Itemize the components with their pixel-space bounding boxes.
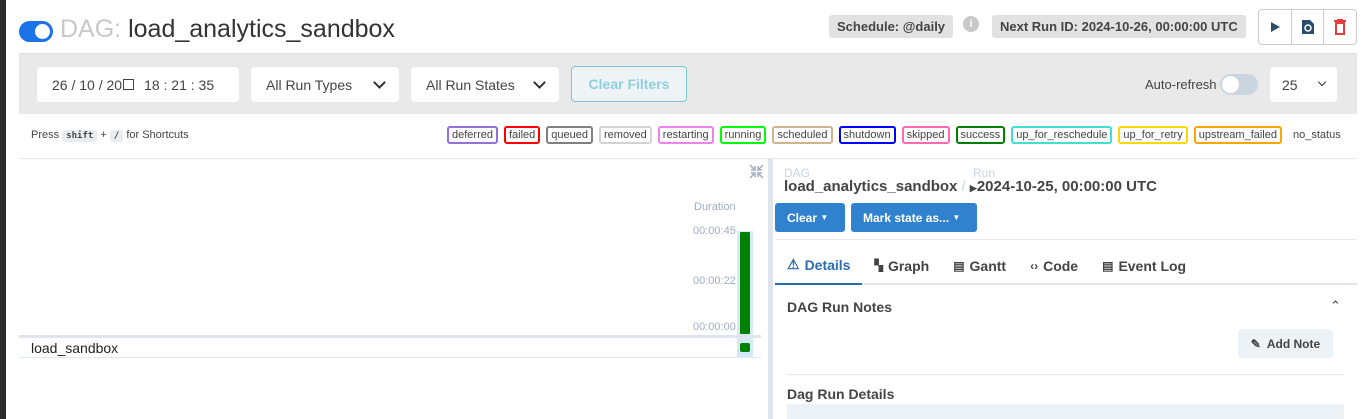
divider (775, 239, 1357, 240)
filter-bar: 26 / 10 / 20 18 : 21 : 35 All Run Types A… (19, 53, 1357, 114)
legend-up-for-reschedule[interactable]: up_for_reschedule (1011, 126, 1113, 144)
page-size-select[interactable]: 25 (1270, 67, 1337, 102)
shortcut-hint: Press shift + / for Shortcuts (31, 129, 189, 142)
tab-gantt[interactable]: ▤ Gantt (941, 246, 1018, 285)
caret-down-icon: ▼ (952, 213, 961, 222)
schedule-badge: Schedule: @daily (829, 15, 954, 38)
legend-deferred[interactable]: deferred (447, 126, 498, 144)
legend-no-status[interactable]: no_status (1288, 126, 1346, 144)
run-states-select[interactable]: All Run States (411, 67, 559, 102)
log-icon: ▤ (1102, 258, 1114, 273)
breadcrumb-dag[interactable]: load_analytics_sandbox (784, 178, 957, 195)
legend-upstream-failed[interactable]: upstream_failed (1193, 126, 1282, 144)
mark-state-button[interactable]: Mark state as... ▼ (851, 203, 977, 232)
calendar-icon (123, 79, 135, 90)
legend-queued[interactable]: queued (546, 126, 593, 144)
warning-icon: ⚠ (787, 256, 800, 272)
dag-pause-toggle[interactable] (19, 21, 53, 42)
legend-removed[interactable]: removed (599, 126, 652, 144)
tick-label: 00:00:22 (693, 275, 736, 287)
tab-code[interactable]: ‹› Code (1018, 246, 1090, 285)
tab-event-log[interactable]: ▤ Event Log (1090, 246, 1198, 285)
chevron-down-icon (373, 75, 386, 89)
left-edge (0, 0, 6, 419)
divider (19, 335, 761, 338)
tab-bar: ⚠ Details ▚ Graph ▤ Gantt ‹› Code ▤ Event Log (775, 246, 1357, 285)
file-refresh-icon (1301, 20, 1314, 34)
tick-label: 00:00:45 (693, 225, 736, 237)
duration-label: Duration (694, 201, 736, 213)
next-run-badge: Next Run ID: 2024-10-26, 00:00:00 UTC (992, 15, 1246, 38)
run-details-title: Dag Run Details (787, 386, 895, 402)
add-note-button[interactable]: ✎ Add Note (1238, 329, 1333, 358)
legend-success[interactable]: success (955, 126, 1006, 144)
breadcrumb-run[interactable]: 2024-10-25, 00:00:00 UTC (977, 178, 1157, 195)
refresh-button[interactable] (1292, 10, 1325, 44)
auto-refresh-toggle[interactable] (1220, 74, 1258, 95)
info-icon[interactable]: i (963, 16, 979, 32)
legend-scheduled[interactable]: scheduled (772, 126, 833, 144)
legend-restarting[interactable]: restarting (657, 126, 714, 144)
collapse-icon[interactable] (749, 164, 764, 179)
dag-prefix: DAG: (60, 15, 122, 43)
tab-graph[interactable]: ▚ Graph (862, 246, 941, 285)
state-legend: deferred failed queued removed restarting run… (447, 126, 1346, 144)
play-icon: ▶ (969, 183, 977, 193)
play-icon (1270, 22, 1280, 32)
gantt-icon: ▤ (953, 258, 965, 273)
clear-filters-button[interactable]: Clear Filters (571, 66, 687, 102)
trigger-button[interactable] (1259, 10, 1292, 44)
legend-failed[interactable]: failed (503, 126, 541, 144)
delete-button[interactable] (1324, 10, 1356, 44)
legend-running[interactable]: running (719, 126, 767, 144)
dag-id: load_analytics_sandbox (128, 15, 395, 43)
graph-icon: ▚ (874, 260, 883, 272)
code-icon: ‹› (1030, 258, 1039, 273)
page-title: DAG: load_analytics_sandbox (60, 15, 395, 44)
collapse-chevron-icon[interactable]: ⌃ (1330, 298, 1341, 314)
run-details-table (787, 404, 1344, 419)
trash-icon (1334, 19, 1347, 35)
legend-skipped[interactable]: skipped (901, 126, 950, 144)
task-instance-success[interactable] (740, 343, 750, 352)
tick-label: 00:00:00 (693, 321, 736, 333)
run-duration-bar[interactable] (740, 232, 750, 334)
breadcrumb: load_analytics_sandbox / ▶2024-10-25, 00… (784, 178, 1157, 195)
chevron-down-icon (533, 75, 546, 89)
tab-details[interactable]: ⚠ Details (775, 246, 863, 285)
divider (19, 357, 761, 358)
chevron-down-icon (1317, 77, 1327, 87)
divider (19, 158, 1357, 159)
run-types-select[interactable]: All Run Types (251, 67, 399, 102)
notes-title: DAG Run Notes (787, 299, 892, 315)
base-date-input[interactable]: 26 / 10 / 20 18 : 21 : 35 (37, 67, 239, 102)
auto-refresh-label: Auto-refresh (1145, 77, 1217, 92)
task-name[interactable]: load_sandbox (31, 340, 118, 356)
pencil-icon: ✎ (1250, 336, 1261, 351)
divider (787, 374, 1344, 375)
legend-up-for-retry[interactable]: up_for_retry (1118, 126, 1188, 144)
legend-shutdown[interactable]: shutdown (838, 126, 896, 144)
clear-button[interactable]: Clear ▼ (775, 203, 845, 232)
caret-down-icon: ▼ (820, 213, 829, 222)
dag-actions (1258, 9, 1357, 45)
panel-resizer[interactable] (768, 159, 773, 419)
